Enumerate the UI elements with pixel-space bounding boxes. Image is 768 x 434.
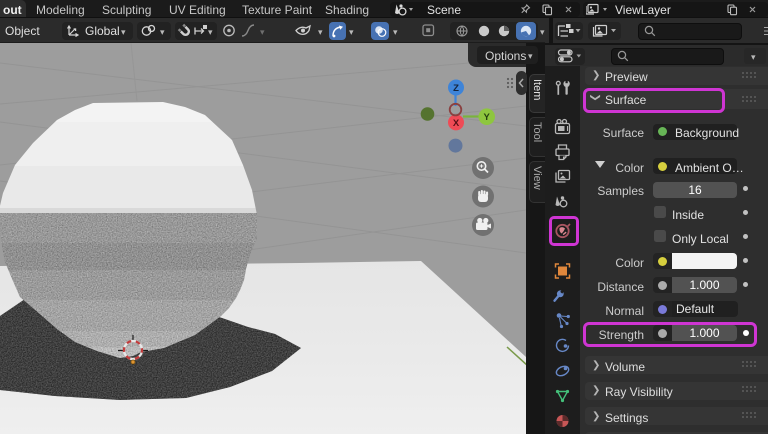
svg-text:Y: Y xyxy=(484,112,491,123)
svg-text:X: X xyxy=(453,118,460,129)
svg-text:Z: Z xyxy=(453,83,459,94)
